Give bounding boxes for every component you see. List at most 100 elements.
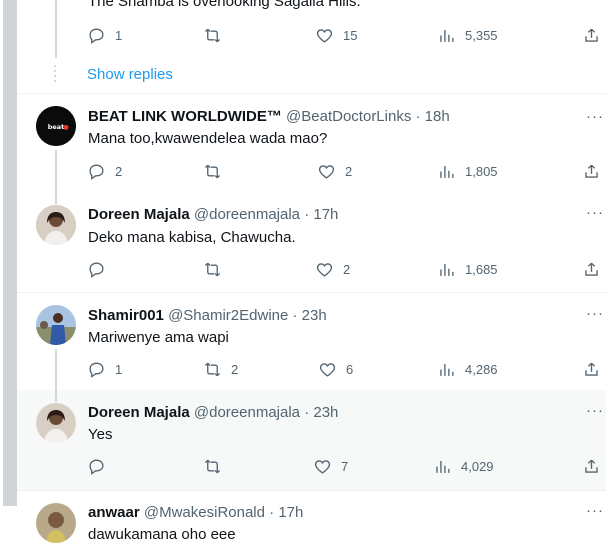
reply-button[interactable]: 2 (87, 162, 122, 181)
author-name[interactable]: Doreen Majala (88, 404, 190, 421)
views-icon (440, 263, 454, 276)
author-handle[interactable]: @MwakesiRonald (144, 504, 265, 521)
share-button[interactable] (582, 26, 601, 45)
heart-icon (316, 29, 333, 43)
heart-icon (318, 165, 335, 179)
retweet-button[interactable] (203, 162, 231, 181)
tweet-text: Mana too,kwawendelea wada mao? (88, 130, 328, 147)
like-button[interactable]: 7 (313, 457, 348, 476)
reply-button[interactable]: 1 (87, 360, 122, 379)
retweet-count: 2 (231, 362, 239, 377)
svg-text:●: ● (63, 123, 69, 131)
like-count: 7 (341, 459, 349, 474)
like-count: 2 (343, 262, 351, 277)
thread-line (55, 150, 57, 192)
like-button[interactable]: 15 (315, 26, 357, 45)
share-icon (585, 28, 598, 42)
show-replies-link[interactable]: Show replies (87, 66, 173, 83)
tweet[interactable]: Shamir001 @Shamir2Edwine · 23h ··· Mariw… (17, 293, 606, 390)
tweet-text: dawukamana oho eee (88, 526, 236, 543)
reply-count: 1 (115, 28, 123, 43)
views-count: 5,355 (465, 28, 498, 43)
tweet-actions: 2 1,685 (87, 260, 606, 280)
author-name[interactable]: Shamir001 (88, 307, 164, 324)
retweet-button[interactable]: 2 (203, 360, 238, 379)
author-name[interactable]: anwaar (88, 504, 140, 521)
views-button[interactable]: 1,805 (437, 162, 498, 181)
tweet[interactable]: beat ● BEAT LINK WORLDWIDE™ @BeatDoctorLi… (17, 94, 606, 192)
reply-button[interactable] (87, 260, 106, 279)
reply-button[interactable] (87, 457, 106, 476)
views-button[interactable]: 1,685 (437, 260, 498, 279)
author-handle[interactable]: @doreenmajala (194, 206, 300, 223)
tweet[interactable]: anwaar @MwakesiRonald · 17h ··· dawukama… (17, 491, 606, 546)
avatar (36, 503, 76, 543)
scrollbar[interactable] (3, 0, 17, 506)
tweet-actions: 2 2 1,805 (87, 162, 606, 182)
thread-dots (54, 65, 56, 85)
tweet-partial-top[interactable]: The Shamba is overlooking Sagalla Hills.… (17, 0, 606, 58)
tweet-actions: 7 4,029 (87, 457, 606, 477)
tweet[interactable]: Doreen Majala @doreenmajala · 23h ··· Ye… (17, 390, 606, 490)
views-button[interactable]: 4,029 (433, 457, 494, 476)
author-name[interactable]: BEAT LINK WORLDWIDE™ (88, 108, 282, 125)
share-button[interactable] (582, 162, 601, 181)
tweet-actions: 1 2 6 4,286 (87, 360, 606, 380)
views-count: 4,286 (465, 362, 498, 377)
reply-count: 2 (115, 164, 123, 179)
like-button[interactable]: 2 (317, 162, 352, 181)
reply-button[interactable]: 1 (87, 26, 122, 45)
views-count: 4,029 (461, 459, 494, 474)
share-button[interactable] (582, 457, 601, 476)
retweet-icon (204, 164, 221, 179)
retweet-button[interactable] (203, 457, 222, 476)
like-button[interactable]: 6 (318, 360, 353, 379)
views-button[interactable]: 5,355 (437, 26, 498, 45)
tweet-text: Deko mana kabisa, Chawucha. (88, 229, 296, 246)
like-button[interactable]: 2 (315, 260, 350, 279)
share-button[interactable] (582, 260, 601, 279)
reply-count: 1 (115, 362, 123, 377)
share-icon (585, 459, 598, 473)
author-handle[interactable]: @doreenmajala (194, 404, 300, 421)
timestamp[interactable]: · 23h (293, 307, 327, 324)
reply-icon (89, 362, 104, 378)
reply-icon (89, 164, 104, 180)
share-button[interactable] (582, 360, 601, 379)
timestamp[interactable]: · 17h (304, 206, 338, 223)
tweet-actions: 1 15 5,355 (87, 26, 606, 46)
more-options-button[interactable]: ··· (586, 108, 604, 125)
more-options-button[interactable]: ··· (586, 402, 604, 419)
reply-icon (89, 262, 104, 278)
timestamp[interactable]: · 23h (304, 404, 338, 421)
author-handle[interactable]: @Shamir2Edwine (168, 307, 288, 324)
like-count: 2 (345, 164, 353, 179)
svg-text:beat: beat (48, 123, 65, 131)
timestamp[interactable]: · 17h (269, 504, 303, 521)
views-icon (440, 165, 454, 178)
author-name[interactable]: Doreen Majala (88, 206, 190, 223)
views-icon (436, 460, 450, 473)
more-options-button[interactable]: ··· (586, 305, 604, 322)
timestamp[interactable]: · 18h (416, 108, 450, 125)
heart-icon (314, 460, 331, 474)
retweet-button[interactable] (203, 26, 231, 45)
like-count: 6 (346, 362, 354, 377)
retweet-icon (204, 362, 221, 377)
thread-line (55, 192, 57, 204)
views-button[interactable]: 4,286 (437, 360, 498, 379)
avatar: beat ● (36, 106, 76, 146)
author-handle[interactable]: @BeatDoctorLinks (286, 108, 411, 125)
retweet-button[interactable] (203, 260, 222, 279)
views-icon (440, 29, 454, 42)
share-icon (585, 362, 598, 376)
heart-icon (316, 263, 333, 277)
retweet-icon (204, 28, 221, 43)
reply-icon (89, 28, 104, 44)
tweet-text: Yes (88, 426, 113, 443)
views-icon (440, 363, 454, 376)
more-options-button[interactable]: ··· (586, 204, 604, 221)
more-options-button[interactable]: ··· (586, 502, 604, 519)
share-icon (585, 164, 598, 178)
tweet[interactable]: Doreen Majala @doreenmajala · 17h ··· De… (17, 192, 606, 290)
